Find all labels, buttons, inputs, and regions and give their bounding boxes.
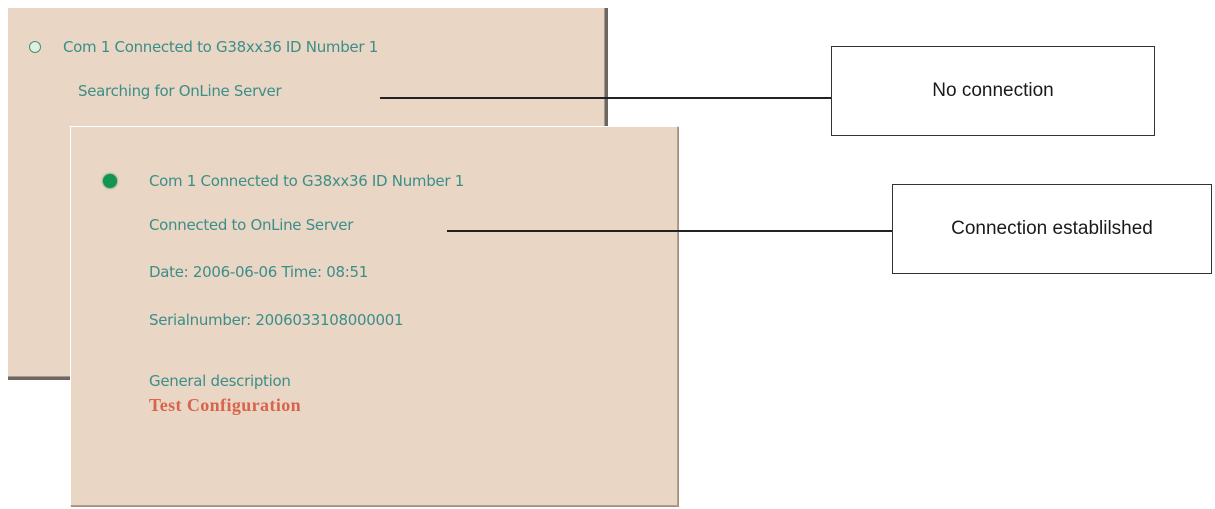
general-description-label: General description <box>149 372 291 390</box>
com-port-status-text: Com 1 Connected to G38xx36 ID Number 1 <box>63 38 378 56</box>
serial-number-text: Serialnumber: 2006033108000001 <box>149 311 404 329</box>
status-connected-icon <box>103 174 117 188</box>
connection-established-callout-label: Connection establilshed <box>951 218 1153 239</box>
connection-established-callout: Connection establilshed <box>892 184 1212 274</box>
connection-established-leader-line <box>447 230 892 232</box>
status-disconnected-icon <box>29 41 41 53</box>
no-connection-leader-line <box>380 97 832 99</box>
no-connection-callout: No connection <box>831 46 1155 136</box>
date-time-text: Date: 2006-06-06 Time: 08:51 <box>149 263 368 281</box>
general-description-value: Test Configuration <box>149 395 302 415</box>
server-search-status-text: Searching for OnLine Server <box>78 82 282 100</box>
com-port-status-text: Com 1 Connected to G38xx36 ID Number 1 <box>149 172 464 190</box>
no-connection-callout-label: No connection <box>932 80 1054 101</box>
server-connection-status-text: Connected to OnLine Server <box>149 216 354 234</box>
